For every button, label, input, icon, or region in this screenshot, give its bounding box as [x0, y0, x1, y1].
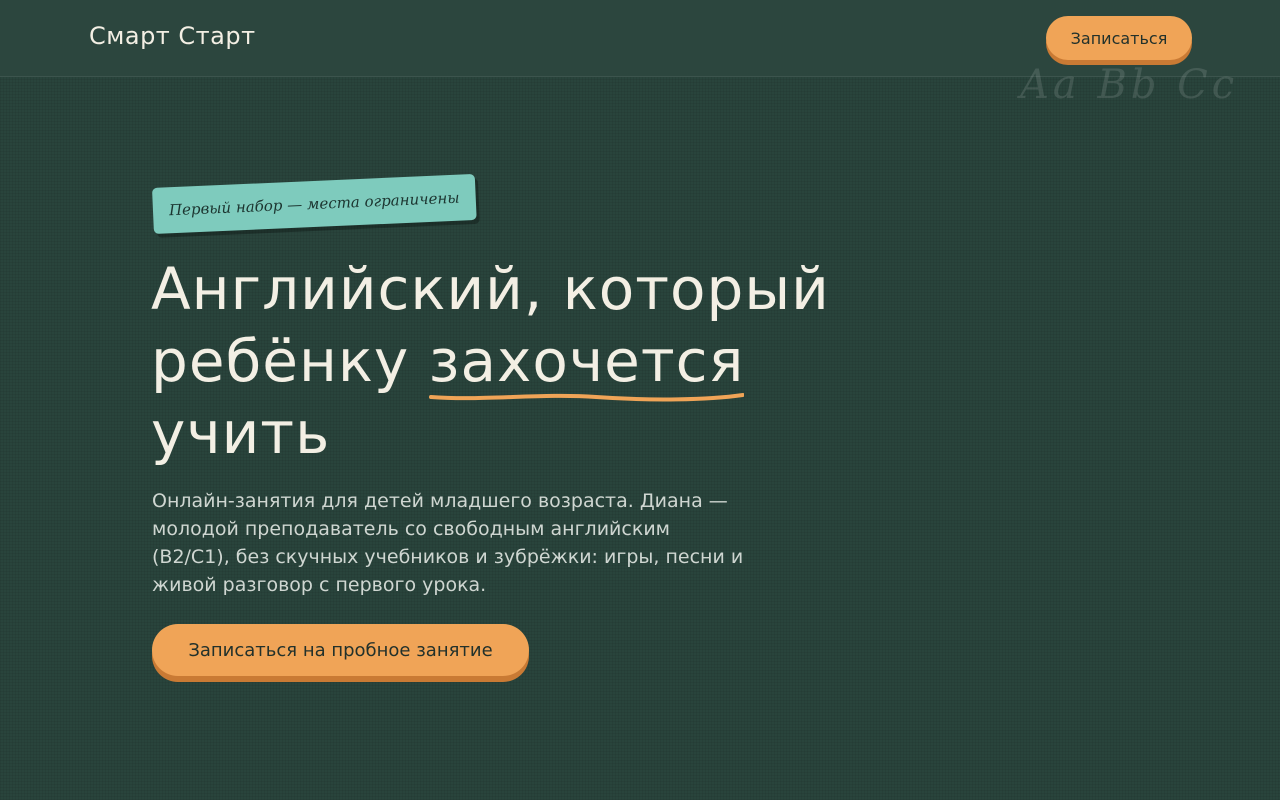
squiggle-underline-icon — [428, 393, 745, 402]
headline-line-1: Английский, который — [151, 255, 830, 323]
headline-line-2-text: ребёнку — [151, 327, 429, 395]
hero-headline: Английский, который ребёнку захочется уч… — [151, 253, 911, 469]
headline-line-2: ребёнку захочется — [151, 325, 911, 402]
headline-accent-text: захочется — [428, 327, 745, 395]
chalk-letters-decoration: Aa Bb Cc — [1020, 62, 1239, 108]
headline-line-3: учить — [151, 399, 331, 467]
signup-button[interactable]: Записаться — [1046, 16, 1192, 60]
hero-description: Онлайн-занятия для детей младшего возрас… — [152, 490, 744, 596]
logo[interactable]: Смарт Старт — [89, 22, 256, 50]
limited-spots-badge: Первый набор — места ограничены — [151, 173, 477, 234]
trial-lesson-button[interactable]: Записаться на пробное занятие — [152, 624, 529, 676]
headline-accent-word: захочется — [428, 325, 745, 402]
